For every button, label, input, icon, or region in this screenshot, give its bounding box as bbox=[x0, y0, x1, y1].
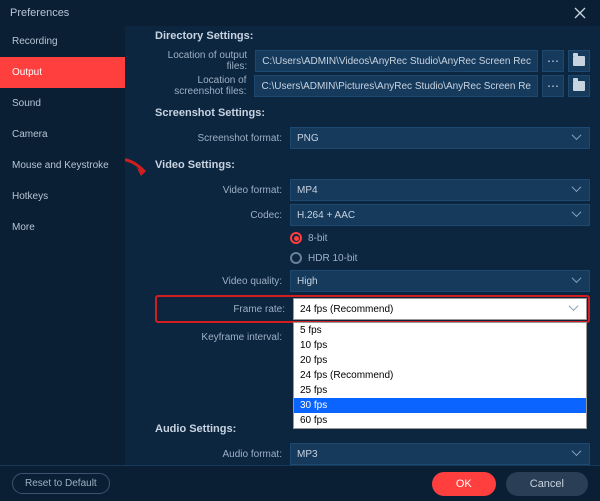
framerate-option[interactable]: 20 fps bbox=[294, 353, 586, 368]
section-video-title: Video Settings: bbox=[155, 159, 590, 171]
sidebar-item-recording[interactable]: Recording bbox=[0, 26, 125, 57]
bitdepth-hdr10bit-radio[interactable]: HDR 10-bit bbox=[290, 252, 357, 264]
close-icon bbox=[574, 7, 586, 19]
output-files-path[interactable]: C:\Users\ADMIN\Videos\AnyRec Studio\AnyR… bbox=[255, 50, 538, 72]
content-pane: Directory Settings: Location of output f… bbox=[125, 26, 600, 465]
section-screenshot-title: Screenshot Settings: bbox=[155, 107, 590, 119]
video-format-label: Video format: bbox=[155, 185, 290, 196]
screenshot-format-select[interactable]: PNG bbox=[290, 127, 590, 149]
output-files-browse-button[interactable] bbox=[542, 50, 564, 72]
framerate-select[interactable]: 24 fps (Recommend) bbox=[293, 298, 587, 320]
framerate-option[interactable]: 10 fps bbox=[294, 338, 586, 353]
chevron-down-icon bbox=[573, 133, 583, 143]
chevron-down-icon bbox=[573, 210, 583, 220]
framerate-option[interactable]: 25 fps bbox=[294, 383, 586, 398]
sidebar-item-more[interactable]: More bbox=[0, 212, 125, 243]
output-files-label: Location of output files: bbox=[155, 50, 255, 72]
screenshot-format-label: Screenshot format: bbox=[155, 133, 290, 144]
screenshot-files-browse-button[interactable] bbox=[542, 75, 564, 97]
screenshot-files-label: Location of screenshot files: bbox=[155, 75, 254, 97]
chevron-down-icon bbox=[573, 449, 583, 459]
audio-format-label: Audio format: bbox=[155, 449, 290, 460]
bitdepth-8bit-radio[interactable]: 8-bit bbox=[290, 232, 327, 244]
video-quality-select[interactable]: High bbox=[290, 270, 590, 292]
section-directory-title: Directory Settings: bbox=[155, 30, 590, 42]
framerate-option[interactable]: 60 fps bbox=[294, 413, 586, 428]
sidebar-item-output[interactable]: Output bbox=[0, 57, 125, 88]
folder-icon bbox=[573, 56, 585, 66]
radio-unselected-icon bbox=[290, 252, 302, 264]
video-quality-label: Video quality: bbox=[155, 276, 290, 287]
close-button[interactable] bbox=[570, 3, 590, 23]
chevron-down-icon bbox=[573, 185, 583, 195]
audio-format-select[interactable]: MP3 bbox=[290, 443, 590, 465]
reset-to-default-button[interactable]: Reset to Default bbox=[12, 473, 110, 494]
sidebar-item-sound[interactable]: Sound bbox=[0, 88, 125, 119]
footer: Reset to Default OK Cancel bbox=[0, 465, 600, 501]
sidebar-item-hotkeys[interactable]: Hotkeys bbox=[0, 181, 125, 212]
titlebar: Preferences bbox=[0, 0, 600, 26]
framerate-dropdown-list: 5 fps 10 fps 20 fps 24 fps (Recommend) 2… bbox=[293, 322, 587, 429]
chevron-down-icon bbox=[573, 276, 583, 286]
annotation-arrow-icon bbox=[125, 154, 153, 184]
sidebar-item-camera[interactable]: Camera bbox=[0, 119, 125, 150]
screenshot-files-open-folder-button[interactable] bbox=[568, 75, 590, 97]
framerate-option[interactable]: 30 fps bbox=[294, 398, 586, 413]
framerate-option[interactable]: 5 fps bbox=[294, 323, 586, 338]
output-files-open-folder-button[interactable] bbox=[568, 50, 590, 72]
cancel-button[interactable]: Cancel bbox=[506, 472, 588, 496]
sidebar: Recording Output Sound Camera Mouse and … bbox=[0, 26, 125, 465]
sidebar-item-mouse-keystroke[interactable]: Mouse and Keystroke bbox=[0, 150, 125, 181]
framerate-label: Frame rate: bbox=[158, 304, 293, 315]
video-format-select[interactable]: MP4 bbox=[290, 179, 590, 201]
radio-selected-icon bbox=[290, 232, 302, 244]
chevron-down-icon bbox=[570, 304, 580, 314]
video-codec-label: Codec: bbox=[155, 210, 290, 221]
keyframe-interval-label: Keyframe interval: bbox=[155, 332, 290, 343]
folder-icon bbox=[573, 81, 585, 91]
ellipsis-icon bbox=[547, 79, 559, 93]
framerate-option[interactable]: 24 fps (Recommend) bbox=[294, 368, 586, 383]
window-title: Preferences bbox=[10, 7, 69, 19]
ok-button[interactable]: OK bbox=[432, 472, 496, 496]
framerate-highlight-annotation: Frame rate: 24 fps (Recommend) 5 fps 10 … bbox=[155, 295, 590, 323]
screenshot-files-path[interactable]: C:\Users\ADMIN\Pictures\AnyRec Studio\An… bbox=[254, 75, 538, 97]
video-codec-select[interactable]: H.264 + AAC bbox=[290, 204, 590, 226]
ellipsis-icon bbox=[547, 54, 559, 68]
